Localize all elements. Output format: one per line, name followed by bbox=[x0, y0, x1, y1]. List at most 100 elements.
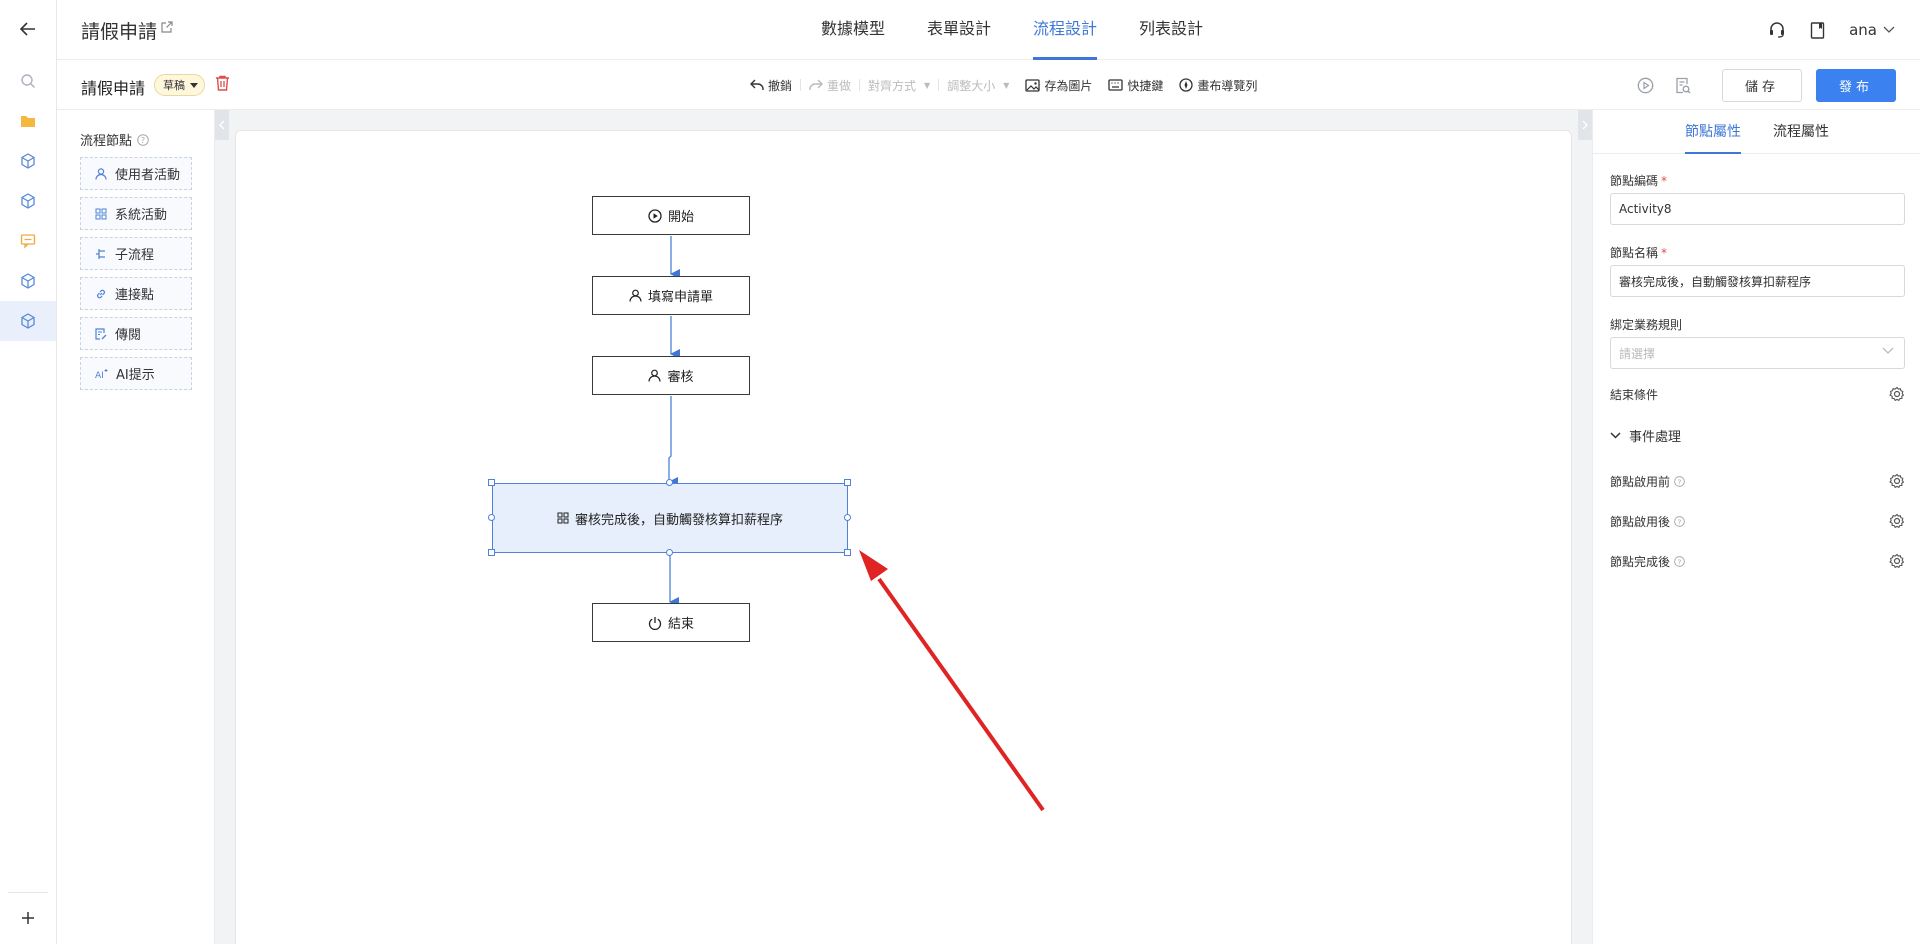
image-icon bbox=[1025, 78, 1041, 92]
palette-item-label: 連接點 bbox=[115, 288, 155, 303]
tab-flow-design[interactable]: 流程設計 bbox=[1012, 0, 1118, 60]
flow-canvas[interactable]: 開始 填寫申請單 審核 審核完成後，自動觸發核算扣薪程序 結束 bbox=[235, 130, 1572, 944]
flow-node-review[interactable]: 審核 bbox=[592, 356, 750, 395]
connection-port[interactable] bbox=[666, 479, 673, 486]
log-search-icon[interactable] bbox=[1664, 68, 1702, 102]
keyboard-icon bbox=[1108, 79, 1124, 91]
node-name-label-text: 節點名稱 bbox=[1610, 246, 1659, 260]
palette-item-label: 系統活動 bbox=[115, 208, 168, 223]
back-arrow-icon[interactable] bbox=[0, 9, 56, 49]
flow-connectors bbox=[668, 236, 1045, 812]
user-icon bbox=[629, 289, 642, 302]
after-complete-row: 節點完成後 ? bbox=[1610, 551, 1905, 571]
gear-icon[interactable] bbox=[1889, 513, 1905, 529]
tab-data-model[interactable]: 數據模型 bbox=[800, 0, 906, 60]
collapse-right-handle[interactable] bbox=[1578, 110, 1592, 140]
top-bar: 請假申請 數據模型 表單設計 流程設計 列表設計 ana bbox=[57, 0, 1920, 60]
svg-text:?: ? bbox=[1678, 557, 1682, 566]
publish-button[interactable]: 發布 bbox=[1816, 68, 1896, 102]
cube-icon-active[interactable] bbox=[0, 301, 56, 341]
palette-item-connector[interactable]: 連接點 bbox=[80, 277, 192, 310]
gear-icon[interactable] bbox=[1889, 386, 1905, 402]
user-menu[interactable]: ana bbox=[1849, 21, 1895, 39]
palette-item-ai-prompt[interactable]: AI AI提示 bbox=[80, 357, 192, 390]
tab-flow-properties[interactable]: 流程屬性 bbox=[1773, 110, 1829, 154]
flow-node-start[interactable]: 開始 bbox=[592, 196, 750, 235]
connection-port[interactable] bbox=[488, 514, 495, 521]
cube-icon[interactable] bbox=[0, 141, 56, 181]
top-right-tools: ana bbox=[1768, 0, 1895, 60]
node-palette: 流程節點 ? 使用者活動 系統活動 子流程 連接點 傳閱 AI AI提示 bbox=[57, 110, 215, 944]
business-rule-placeholder: 請選擇 bbox=[1619, 346, 1656, 361]
palette-item-label: AI提示 bbox=[116, 368, 155, 383]
connection-port[interactable] bbox=[666, 549, 673, 556]
node-code-field[interactable]: Activity8 bbox=[1610, 193, 1905, 225]
resize-handle[interactable] bbox=[488, 479, 495, 486]
undo-label: 撤銷 bbox=[768, 78, 793, 93]
flow-node-auto-activity[interactable]: 審核完成後，自動觸發核算扣薪程序 bbox=[492, 483, 848, 553]
headset-icon[interactable] bbox=[1768, 21, 1786, 39]
save-button[interactable]: 儲存 bbox=[1722, 68, 1802, 102]
palette-item-system-activity[interactable]: 系統活動 bbox=[80, 197, 192, 230]
search-icon[interactable] bbox=[0, 61, 56, 101]
palette-item-circulate[interactable]: 傳閱 bbox=[80, 317, 192, 350]
shortcut-button[interactable]: 快捷鍵 bbox=[1100, 60, 1171, 110]
external-link-icon[interactable] bbox=[160, 21, 173, 34]
trash-icon[interactable] bbox=[215, 75, 230, 91]
canvas-nav-button[interactable]: 畫布導覽列 bbox=[1171, 60, 1265, 110]
gear-icon[interactable] bbox=[1889, 473, 1905, 489]
align-dropdown[interactable]: 對齊方式 ▼ bbox=[860, 60, 938, 110]
undo-button[interactable]: 撤銷 bbox=[742, 60, 800, 110]
cube-icon[interactable] bbox=[0, 181, 56, 221]
flow-node-fill-form[interactable]: 填寫申請單 bbox=[592, 276, 750, 315]
business-rule-label: 綁定業務規則 bbox=[1610, 318, 1683, 332]
undo-icon bbox=[750, 79, 764, 90]
required-mark: * bbox=[1661, 246, 1668, 260]
palette-title: 流程節點 ? bbox=[80, 130, 149, 149]
shortcut-label: 快捷鍵 bbox=[1127, 78, 1164, 93]
redo-button[interactable]: 重做 bbox=[801, 60, 859, 110]
required-mark: * bbox=[1661, 174, 1668, 188]
palette-item-label: 子流程 bbox=[115, 248, 155, 263]
resize-handle[interactable] bbox=[488, 549, 495, 556]
after-complete-label: 節點完成後 bbox=[1610, 554, 1671, 569]
tab-form-design[interactable]: 表單設計 bbox=[906, 0, 1012, 60]
rail-divider bbox=[8, 892, 48, 893]
help-icon: ? bbox=[137, 133, 149, 146]
event-section-toggle[interactable]: 事件處理 bbox=[1610, 426, 1681, 445]
before-enable-row: 節點啟用前 ? bbox=[1610, 471, 1905, 491]
palette-item-user-activity[interactable]: 使用者活動 bbox=[80, 157, 192, 190]
play-circle-icon bbox=[648, 208, 662, 223]
toolbar-actions: 儲存 發布 bbox=[1626, 68, 1896, 102]
book-icon[interactable] bbox=[1810, 21, 1825, 39]
gear-icon[interactable] bbox=[1889, 553, 1905, 569]
node-name-field[interactable]: 審核完成後，自動觸發核算扣薪程序 bbox=[1610, 265, 1905, 297]
collapse-left-handle[interactable] bbox=[215, 110, 229, 140]
save-image-button[interactable]: 存為圖片 bbox=[1017, 60, 1100, 110]
resize-label: 調整大小 bbox=[947, 78, 996, 93]
grid-icon bbox=[95, 208, 107, 219]
resize-dropdown[interactable]: 調整大小 ▼ bbox=[939, 60, 1017, 110]
resize-handle[interactable] bbox=[844, 549, 851, 556]
chat-icon[interactable] bbox=[0, 221, 56, 261]
business-rule-select[interactable]: 請選擇 bbox=[1610, 337, 1905, 369]
flow-node-end[interactable]: 結束 bbox=[592, 603, 750, 642]
svg-text:?: ? bbox=[1678, 517, 1682, 526]
annotation-arrow-shaft bbox=[877, 577, 1045, 812]
plus-icon[interactable] bbox=[0, 898, 56, 938]
toolbar-tools: 撤銷 重做 對齊方式 ▼ 調整大小 ▼ 存為圖片 快捷鍵 畫布導覽列 bbox=[742, 60, 1265, 110]
connection-port[interactable] bbox=[844, 514, 851, 521]
palette-item-subprocess[interactable]: 子流程 bbox=[80, 237, 192, 270]
tab-node-properties[interactable]: 節點屬性 bbox=[1685, 110, 1741, 154]
document-edit-icon bbox=[95, 327, 107, 340]
play-icon[interactable] bbox=[1626, 68, 1664, 102]
canvas-nav-label: 畫布導覽列 bbox=[1197, 78, 1258, 93]
status-badge[interactable]: 草稿 bbox=[154, 74, 205, 96]
resize-handle[interactable] bbox=[844, 479, 851, 486]
caret-down-icon: ▼ bbox=[924, 80, 931, 90]
canvas-area: 開始 填寫申請單 審核 審核完成後，自動觸發核算扣薪程序 結束 bbox=[215, 110, 1592, 944]
folder-icon[interactable] bbox=[0, 101, 56, 141]
cube-icon[interactable] bbox=[0, 261, 56, 301]
end-condition-label: 結束條件 bbox=[1610, 387, 1659, 402]
tab-list-design[interactable]: 列表設計 bbox=[1118, 0, 1224, 60]
